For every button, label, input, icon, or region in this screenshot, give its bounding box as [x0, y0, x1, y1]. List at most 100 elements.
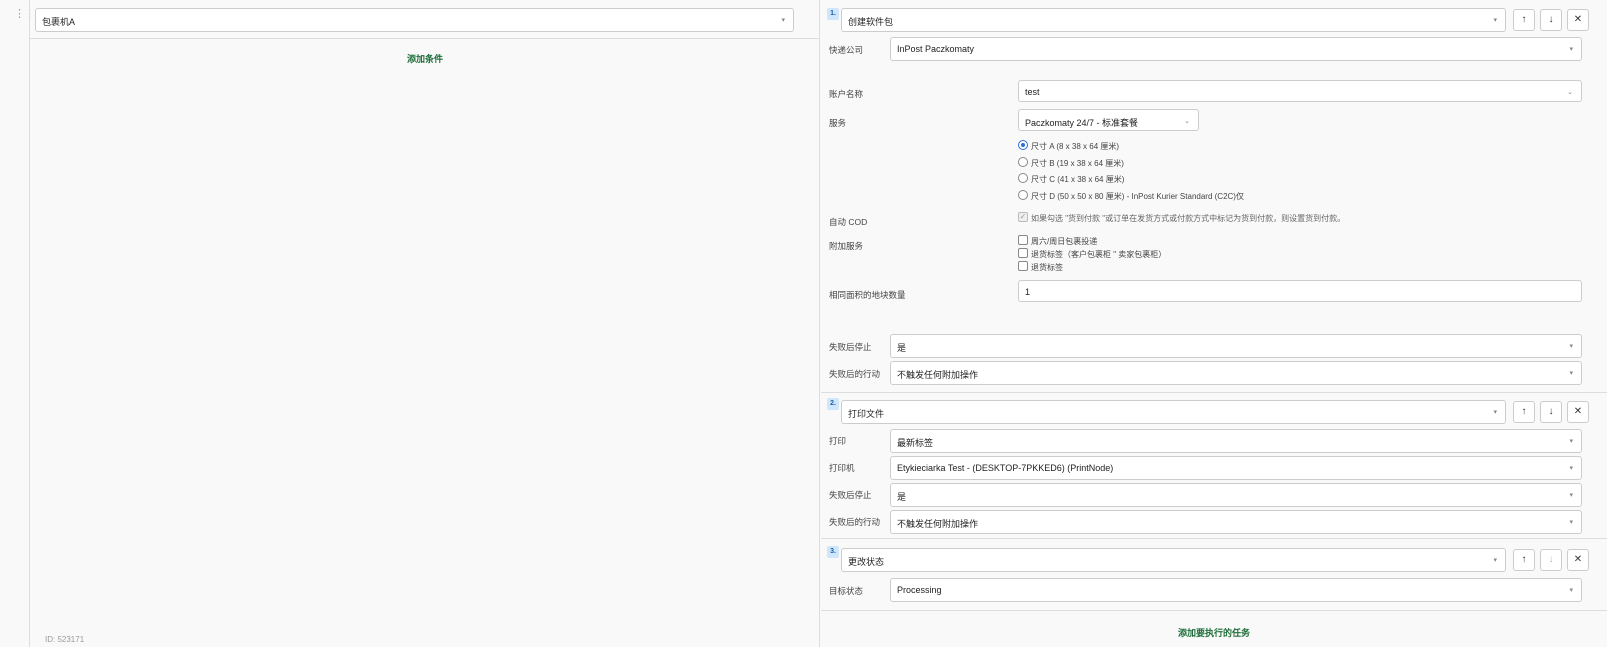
- target-status-select[interactable]: Processing ▾: [890, 578, 1582, 602]
- size-b-label: 尺寸 B (19 x 38 x 64 厘米): [1031, 159, 1124, 168]
- caret-down-icon: ▾: [1569, 438, 1573, 445]
- task-action-value: 创建软件包: [848, 17, 894, 27]
- weekend-delivery-label: 周六/周日包裹投递: [1031, 237, 1098, 246]
- return-label-locker-checkbox[interactable]: [1018, 248, 1028, 258]
- courier-value: InPost Paczkomaty: [897, 44, 975, 54]
- trigger-select-value: 包裹机A: [42, 17, 76, 27]
- return-label-locker-label: 退货标签（客户包裹柜 " 卖家包裹柜）: [1031, 250, 1167, 259]
- caret-down-icon: ▾: [1569, 46, 1573, 53]
- target-status-label: 目标状态: [829, 586, 864, 596]
- move-up-button[interactable]: ↑: [1513, 9, 1535, 31]
- task-action-value: 更改状态: [848, 557, 885, 567]
- caret-down-icon: ▾: [1569, 343, 1573, 350]
- task-action-select[interactable]: 创建软件包 ▾: [841, 8, 1506, 32]
- return-label-label: 退货标签: [1031, 263, 1063, 272]
- parcel-count-input[interactable]: 1: [1018, 280, 1582, 302]
- move-up-button[interactable]: ↑: [1513, 401, 1535, 423]
- caret-down-icon: ⌄: [1184, 118, 1190, 125]
- task-number-badge: 3.: [827, 546, 839, 558]
- remove-task-button[interactable]: ✕: [1567, 401, 1589, 423]
- printer-value: Etykieciarka Test - (DESKTOP-7PKKED6) (P…: [897, 463, 1114, 473]
- printer-label: 打印机: [829, 463, 855, 473]
- arrow-up-icon: ↑: [1521, 554, 1527, 565]
- task-divider: [821, 538, 1607, 539]
- arrow-up-icon: ↑: [1521, 14, 1527, 25]
- caret-down-icon: ▾: [1569, 587, 1573, 594]
- cod-checkbox: ✓: [1018, 212, 1028, 222]
- trigger-select[interactable]: 包裹机A ▾: [35, 8, 794, 32]
- courier-select[interactable]: InPost Paczkomaty ▾: [890, 37, 1582, 61]
- tasks-panel: 1. 创建软件包 ▾ ↑ ↓ ✕ 快递公司 InPost Paczkomaty …: [821, 0, 1607, 647]
- after-fail-value: 不触发任何附加操作: [897, 370, 979, 380]
- caret-down-icon: ▾: [1569, 465, 1573, 472]
- account-value: test: [1025, 87, 1040, 97]
- account-label: 账户名称: [829, 89, 864, 99]
- move-up-button[interactable]: ↑: [1513, 549, 1535, 571]
- courier-label: 快递公司: [829, 45, 864, 55]
- after-fail-select[interactable]: 不触发任何附加操作 ▾: [890, 361, 1582, 385]
- stop-on-fail-label: 失败后停止: [829, 490, 872, 500]
- close-icon: ✕: [1573, 14, 1583, 25]
- caret-down-icon: ▾: [781, 17, 785, 24]
- move-down-button: ↓: [1540, 549, 1562, 571]
- stop-on-fail-select[interactable]: 是 ▾: [890, 483, 1582, 507]
- add-condition-link[interactable]: 添加条件: [30, 52, 820, 65]
- parcel-count-value: 1: [1025, 287, 1031, 297]
- target-status-value: Processing: [897, 585, 942, 595]
- size-c-radio[interactable]: [1018, 173, 1028, 183]
- caret-down-icon: ▾: [1569, 492, 1573, 499]
- task-divider: [821, 610, 1607, 611]
- account-select[interactable]: test ⌄: [1018, 80, 1582, 102]
- extra-services-label: 附加服务: [829, 241, 864, 251]
- stop-on-fail-value: 是: [897, 343, 907, 353]
- caret-down-icon: ⌄: [1567, 89, 1573, 96]
- move-down-button[interactable]: ↓: [1540, 9, 1562, 31]
- task-action-select[interactable]: 更改状态 ▾: [841, 548, 1506, 572]
- caret-down-icon: ▾: [1569, 519, 1573, 526]
- after-fail-label: 失败后的行动: [829, 369, 881, 379]
- add-task-link[interactable]: 添加要执行的任务: [821, 626, 1607, 639]
- cod-description: 如果勾选 "货到付款 "或订单在发货方式或付款方式中标记为货到付款，则设置货到付…: [1031, 214, 1346, 223]
- trigger-header: 包裹机A ▾: [30, 0, 820, 39]
- size-d-radio[interactable]: [1018, 190, 1028, 200]
- arrow-up-icon: ↑: [1521, 406, 1527, 417]
- arrow-down-icon: ↓: [1548, 554, 1554, 565]
- close-icon: ✕: [1573, 406, 1583, 417]
- caret-down-icon: ▾: [1493, 17, 1497, 24]
- size-d-label: 尺寸 D (50 x 50 x 80 厘米) - InPost Kurier S…: [1031, 192, 1244, 201]
- size-a-label: 尺寸 A (8 x 38 x 64 厘米): [1031, 142, 1120, 151]
- after-fail-value: 不触发任何附加操作: [897, 519, 979, 529]
- task-action-value: 打印文件: [848, 409, 885, 419]
- automation-editor: ⋮⋮ 包裹机A ▾ 添加条件 ID: 523171 1. 创建软件包 ▾ ↑ ↓…: [0, 0, 1607, 647]
- parcel-count-label: 相同面积的地块数量: [829, 290, 906, 300]
- caret-down-icon: ▾: [1493, 409, 1497, 416]
- size-b-radio[interactable]: [1018, 157, 1028, 167]
- size-c-label: 尺寸 C (41 x 38 x 64 厘米): [1031, 175, 1125, 184]
- task-number-badge: 2.: [827, 398, 839, 410]
- task-number-badge: 1.: [827, 8, 839, 20]
- remove-task-button[interactable]: ✕: [1567, 549, 1589, 571]
- size-a-radio[interactable]: [1018, 140, 1028, 150]
- print-document-select[interactable]: 最新标签 ▾: [890, 429, 1582, 453]
- stop-on-fail-select[interactable]: 是 ▾: [890, 334, 1582, 358]
- cod-label: 自动 COD: [829, 217, 868, 227]
- service-select[interactable]: Paczkomaty 24/7 - 标准套餐 ⌄: [1018, 109, 1199, 131]
- task-action-select[interactable]: 打印文件 ▾: [841, 400, 1506, 424]
- print-label: 打印: [829, 436, 847, 446]
- print-document-value: 最新标签: [897, 438, 934, 448]
- after-fail-select[interactable]: 不触发任何附加操作 ▾: [890, 510, 1582, 534]
- arrow-down-icon: ↓: [1548, 406, 1554, 417]
- arrow-down-icon: ↓: [1548, 14, 1554, 25]
- service-value: Paczkomaty 24/7 - 标准套餐: [1025, 118, 1139, 128]
- after-fail-label: 失败后的行动: [829, 517, 881, 527]
- weekend-delivery-checkbox[interactable]: [1018, 235, 1028, 245]
- move-down-button[interactable]: ↓: [1540, 401, 1562, 423]
- printer-select[interactable]: Etykieciarka Test - (DESKTOP-7PKKED6) (P…: [890, 456, 1582, 480]
- return-label-checkbox[interactable]: [1018, 261, 1028, 271]
- drag-handle-icon[interactable]: ⋮⋮: [14, 9, 35, 20]
- stop-on-fail-value: 是: [897, 492, 907, 502]
- remove-task-button[interactable]: ✕: [1567, 9, 1589, 31]
- caret-down-icon: ▾: [1569, 370, 1573, 377]
- service-label: 服务: [829, 118, 847, 128]
- id-label: ID: 523171: [45, 635, 85, 644]
